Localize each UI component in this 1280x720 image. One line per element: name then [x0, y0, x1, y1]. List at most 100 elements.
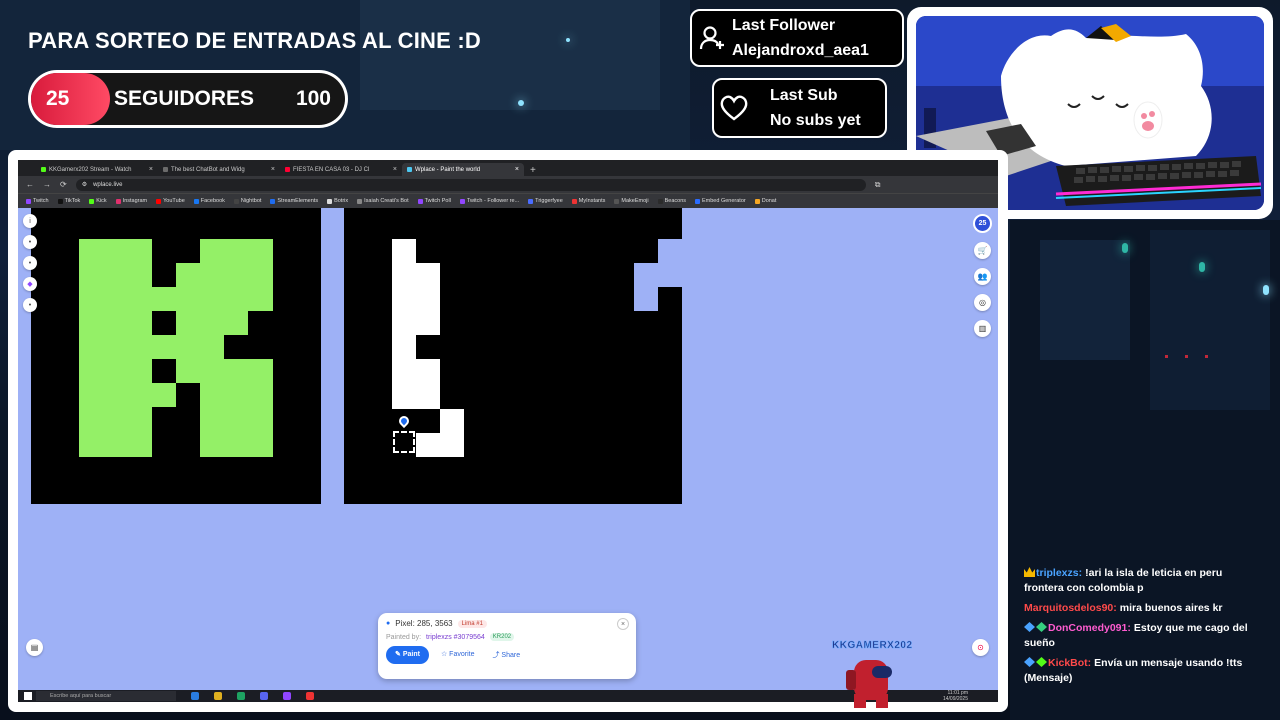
- share-button-label: Share: [501, 652, 521, 659]
- bookmark-item[interactable]: Instagram: [115, 198, 148, 204]
- browser-tab[interactable]: Wplace - Paint the world ×: [402, 163, 524, 176]
- sword-badge-icon: [1024, 657, 1035, 667]
- paint-button[interactable]: ✎ Paint: [386, 646, 429, 664]
- browser-tab[interactable]: FIESTA EN CASA 03 - DJ Cl ×: [280, 163, 402, 176]
- bookmark-label: Twitch Poll: [424, 198, 451, 204]
- bookmark-label: Twitch - Follower re...: [466, 198, 520, 204]
- bookmark-label: Twitch: [33, 198, 49, 204]
- left-toolbar: i • • ◆ •: [23, 214, 37, 312]
- browser-tab-label: Wplace - Paint the world: [415, 166, 481, 173]
- bookmark-label: Kick: [96, 198, 107, 204]
- kick-icon: [41, 167, 46, 172]
- pixel-art-k-part: [200, 383, 273, 457]
- chrome-icon[interactable]: [237, 692, 245, 700]
- bookmark-item[interactable]: YouTube: [156, 198, 185, 204]
- bookmark-label: Donat: [761, 198, 777, 204]
- chat-message: Marquitosdelos90: mira buenos aires kr: [1024, 601, 1264, 616]
- chat-username: KickBot:: [1048, 657, 1092, 669]
- explore-icon[interactable]: ◎: [974, 294, 991, 311]
- file-explorer-icon[interactable]: [191, 692, 199, 700]
- bookmark-label: MyInstants: [578, 198, 606, 204]
- bookmark-icon: [57, 198, 63, 204]
- bookmark-label: Beacons: [664, 198, 686, 204]
- among-us-character-icon: [846, 660, 892, 708]
- bookmark-label: StreamElements: [277, 198, 319, 204]
- wplace-icon: [407, 167, 412, 172]
- bookmark-item[interactable]: Donat: [754, 198, 777, 204]
- bookmark-item[interactable]: Facebook: [193, 198, 225, 204]
- bookmark-item[interactable]: Kick: [89, 198, 107, 204]
- bookmark-label: Botrix: [334, 198, 349, 204]
- pixel-info-panel: × ● Pixel: 285, 3563 Lima #1 Painted by:…: [378, 613, 636, 679]
- reload-icon[interactable]: ⟳: [60, 180, 67, 189]
- extensions-icon[interactable]: ⧉: [875, 180, 881, 190]
- bookmark-item[interactable]: Beacons: [657, 198, 686, 204]
- region-badge: Lima #1: [457, 619, 487, 628]
- bookmark-item[interactable]: Embed Generator: [695, 198, 746, 204]
- forward-icon[interactable]: →: [43, 180, 51, 189]
- share-button[interactable]: ⤴ Share: [486, 646, 526, 664]
- bookmark-item[interactable]: Twitch: [26, 198, 49, 204]
- browser-window: KKGamerx202 Stream - Watch × The best Chat…: [18, 160, 998, 702]
- alliance-badge: KR202: [489, 633, 515, 641]
- bookmark-item[interactable]: Twitch - Follower re...: [459, 198, 520, 204]
- pixel-art-k-part: [152, 335, 224, 359]
- back-icon[interactable]: ←: [26, 180, 34, 189]
- obs-icon[interactable]: [283, 692, 291, 700]
- leaderboard-icon[interactable]: ▥: [974, 320, 991, 337]
- locate-icon[interactable]: ⊙: [972, 639, 989, 656]
- streamelements-icon: [163, 167, 168, 172]
- bookmark-icon: [571, 198, 577, 204]
- close-tab-icon[interactable]: ×: [149, 166, 153, 173]
- chat-message: DonComedy091: Estoy que me cago del sueño: [1024, 621, 1264, 651]
- app-icon[interactable]: [306, 692, 314, 700]
- discord-icon[interactable]: •: [23, 298, 37, 312]
- bookmark-item[interactable]: MyInstants: [571, 198, 606, 204]
- folder-icon[interactable]: [214, 692, 222, 700]
- chat-message: triplexzs: !ari la isla de leticia en per…: [1024, 566, 1264, 596]
- bookmark-item[interactable]: Twitch Poll: [417, 198, 451, 204]
- info-icon[interactable]: i: [23, 214, 37, 228]
- site-info-icon[interactable]: ⚙: [82, 181, 87, 188]
- close-tab-icon[interactable]: ×: [515, 166, 519, 173]
- heart-icon: [714, 94, 754, 122]
- bookmark-icon: [327, 198, 333, 204]
- new-tab-icon[interactable]: +: [530, 165, 536, 176]
- user-icon[interactable]: •: [23, 235, 37, 249]
- bookmark-label: Instagram: [122, 198, 148, 204]
- pixel-art-l-part: [658, 239, 682, 263]
- droplets-counter[interactable]: 25: [973, 214, 992, 233]
- alliance-icon[interactable]: 👥: [974, 268, 991, 285]
- browser-tab[interactable]: KKGamerx202 Stream - Watch ×: [36, 163, 158, 176]
- twitch-icon[interactable]: ◆: [23, 277, 37, 291]
- favorite-button[interactable]: ☆ Favorite: [435, 646, 481, 664]
- tab-bar: KKGamerx202 Stream - Watch × The best Chat…: [18, 160, 998, 176]
- search-icon[interactable]: •: [23, 256, 37, 270]
- close-tab-icon[interactable]: ×: [271, 166, 275, 173]
- painter-name[interactable]: triplexzs #3079564: [426, 634, 485, 641]
- stream-title: PARA SORTEO DE ENTRADAS AL CINE :D: [28, 28, 481, 53]
- map-pin-icon: ●: [386, 620, 391, 627]
- bookmark-icon: [417, 198, 423, 204]
- discord-taskbar-icon[interactable]: [260, 692, 268, 700]
- goal-target: 100: [295, 87, 331, 110]
- url-field[interactable]: ⚙ wplace.live: [75, 178, 866, 191]
- browser-tab-label: The best ChatBot and Widg: [171, 166, 245, 173]
- browser-tab[interactable]: The best ChatBot and Widg ×: [158, 163, 280, 176]
- wplace-map-canvas[interactable]: i • • ◆ • 25 🛒 👥 ◎ ▥ ▤ ⊙ × ● Pixel: 285,…: [18, 208, 998, 690]
- close-tab-icon[interactable]: ×: [393, 166, 397, 173]
- layers-icon[interactable]: ▤: [26, 639, 43, 656]
- close-icon[interactable]: ×: [617, 618, 629, 630]
- windows-start-icon[interactable]: [24, 692, 32, 700]
- bookmark-item[interactable]: Nightbot: [233, 198, 261, 204]
- bookmark-icon: [156, 198, 162, 204]
- store-icon[interactable]: 🛒: [974, 242, 991, 259]
- bookmark-icon: [89, 198, 95, 204]
- bookmark-item[interactable]: TikTok: [57, 198, 80, 204]
- bookmark-item[interactable]: StreamElements: [270, 198, 318, 204]
- taskbar-search[interactable]: Escribe aquí para buscar: [36, 691, 176, 701]
- bookmark-item[interactable]: MakeEmoji: [614, 198, 649, 204]
- bookmark-item[interactable]: Isaiah Creati's Bot: [357, 198, 409, 204]
- bookmark-item[interactable]: Botrix: [327, 198, 348, 204]
- bookmark-item[interactable]: Triggerfyee: [528, 198, 563, 204]
